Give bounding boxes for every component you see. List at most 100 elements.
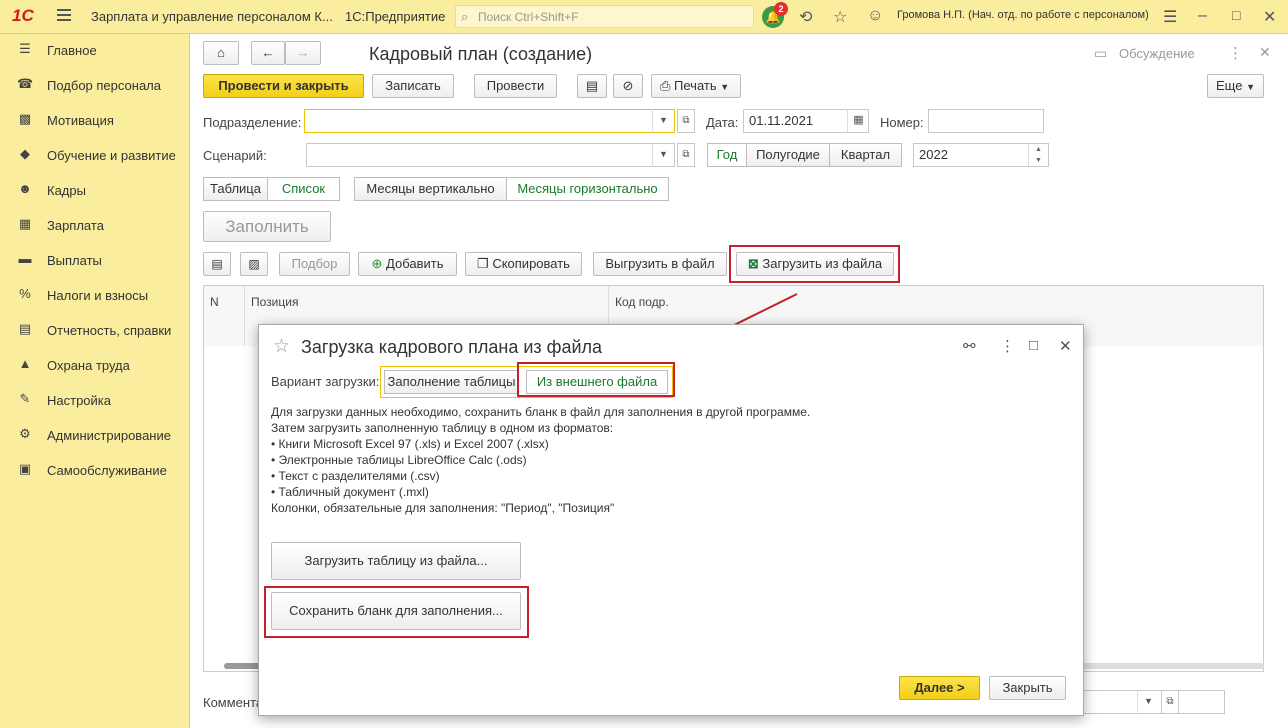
close-button[interactable]: Закрыть xyxy=(989,676,1066,700)
open-icon[interactable]: ⧉ xyxy=(677,109,695,133)
view-table-toggle[interactable]: Таблица xyxy=(203,177,268,201)
hard-hat-icon: ▲ xyxy=(18,356,32,371)
global-search-input[interactable]: ⌕ Поиск Ctrl+Shift+F xyxy=(455,5,754,28)
discussion-link[interactable]: Обсуждение xyxy=(1119,46,1195,61)
forward-button[interactable]: → xyxy=(285,41,321,65)
chat-icon[interactable]: ▭ xyxy=(1094,45,1107,62)
sidebar-item-salary[interactable]: ▦ Зарплата xyxy=(0,211,190,239)
post-button[interactable]: Провести xyxy=(474,74,557,98)
sidebar-item-taxes[interactable]: % Налоги и взносы xyxy=(0,281,190,309)
sidebar-item-labor-safety[interactable]: ▲ Охрана труда xyxy=(0,351,190,379)
sidebar-item-label: Настройка xyxy=(47,393,111,408)
number-field[interactable] xyxy=(928,109,1044,133)
window-menu-icon[interactable]: ☰ xyxy=(1163,7,1177,27)
menu-icon[interactable] xyxy=(57,9,71,21)
print-label: Печать xyxy=(674,78,717,93)
sidebar-item-personnel[interactable]: ☻ Кадры xyxy=(0,176,190,204)
fill-button[interactable]: Заполнить xyxy=(203,211,331,242)
year-stepper-icon[interactable]: ▲ ▼ xyxy=(1028,144,1048,166)
load-table-from-file-button[interactable]: Загрузить таблицу из файла... xyxy=(271,542,521,580)
document-icon[interactable]: ▤ xyxy=(577,74,607,98)
sidebar-item-self-service[interactable]: ▣ Самообслуживание xyxy=(0,456,190,484)
sidebar-item-motivation[interactable]: ▩ Мотивация xyxy=(0,106,190,134)
sidebar-item-training[interactable]: ◆ Обучение и развитие xyxy=(0,141,190,169)
sheet-icon[interactable]: ▤ xyxy=(203,252,231,276)
sidebar-item-label: Обучение и развитие xyxy=(47,148,176,163)
load-variant-label: Вариант загрузки: xyxy=(271,374,380,389)
save-button[interactable]: Записать xyxy=(372,74,454,98)
app-title: Зарплата и управление персоналом К... xyxy=(91,9,333,24)
sidebar-item-administration[interactable]: ⚙ Администрирование xyxy=(0,421,190,449)
reports-icon: ▤ xyxy=(18,321,32,336)
user-icon[interactable]: ☺ xyxy=(867,7,883,25)
more-vertical-icon[interactable]: ⋮ xyxy=(1228,44,1243,62)
calendar-icon[interactable]: ▦ xyxy=(847,109,869,133)
app-logo[interactable]: 1С xyxy=(12,6,34,26)
export-to-file-button[interactable]: Выгрузить в файл xyxy=(593,252,727,276)
info-line: Колонки, обязательные для заполнения: "П… xyxy=(271,501,615,515)
sidebar-item-main[interactable]: ☰ Главное xyxy=(0,36,190,64)
search-icon: ⌕ xyxy=(461,9,469,24)
months-horizontal-toggle[interactable]: Месяцы горизонтально xyxy=(506,177,669,201)
sidebar-item-label: Выплаты xyxy=(47,253,102,268)
close-window-icon[interactable]: ✕ xyxy=(1263,7,1276,27)
open-icon[interactable]: ⧉ xyxy=(677,143,695,167)
variant-table-fill-toggle[interactable]: Заполнение таблицы xyxy=(384,370,519,394)
save-blank-button[interactable]: Сохранить бланк для заполнения... xyxy=(271,592,521,630)
history-icon[interactable]: ⟲ xyxy=(799,7,812,27)
sidebar-item-reports[interactable]: ▤ Отчетность, справки xyxy=(0,316,190,344)
open-icon[interactable]: ⧉ xyxy=(1161,690,1179,714)
attachment-icon[interactable]: ⊘ xyxy=(613,74,643,98)
close-form-icon[interactable]: ✕ xyxy=(1259,44,1271,61)
favorites-star-icon[interactable]: ☆ xyxy=(833,7,847,27)
sidebar-item-recruitment[interactable]: ☎ Подбор персонала xyxy=(0,71,190,99)
sidebar-item-label: Кадры xyxy=(47,183,86,198)
variant-external-file-toggle[interactable]: Из внешнего файла xyxy=(526,370,668,394)
number-label: Номер: xyxy=(880,115,924,130)
home-button[interactable]: ⌂ xyxy=(203,41,239,65)
close-dialog-icon[interactable]: ✕ xyxy=(1059,337,1072,355)
department-field[interactable] xyxy=(304,109,675,133)
info-line: Для загрузки данных необходимо, сохранит… xyxy=(271,405,811,419)
link-icon[interactable]: ⚯ xyxy=(963,337,976,355)
dialog-info-text: Для загрузки данных необходимо, сохранит… xyxy=(271,404,810,516)
period-quarter-toggle[interactable]: Квартал xyxy=(829,143,902,167)
pick-button[interactable]: Подбор xyxy=(279,252,350,276)
gear-icon: ⚙ xyxy=(19,426,31,441)
period-half-year-toggle[interactable]: Полугодие xyxy=(746,143,830,167)
maximize-icon[interactable]: □ xyxy=(1029,337,1038,354)
scenario-field[interactable] xyxy=(306,143,675,167)
months-vertical-toggle[interactable]: Месяцы вертикально xyxy=(354,177,507,201)
chevron-down-icon[interactable]: ▼ xyxy=(1137,690,1159,714)
copy-button[interactable]: ❐ Скопировать xyxy=(465,252,582,276)
chevron-down-icon[interactable]: ▼ xyxy=(652,143,674,167)
more-label: Еще xyxy=(1216,78,1243,93)
column-header-n[interactable]: N xyxy=(204,286,245,346)
minimize-icon[interactable]: – xyxy=(1198,7,1207,25)
import-from-file-button[interactable]: ⊠ Загрузить из файла xyxy=(736,252,894,276)
favorite-star-icon[interactable]: ☆ xyxy=(273,335,290,358)
info-line: • Текст с разделителями (.csv) xyxy=(271,469,440,483)
payments-icon: ▬ xyxy=(18,251,32,266)
period-year-toggle[interactable]: Год xyxy=(707,143,747,167)
print-button[interactable]: ⎙ Печать ▼ xyxy=(651,74,741,98)
more-button[interactable]: Еще ▼ xyxy=(1207,74,1264,98)
info-line: • Электронные таблицы LibreOffice Calc (… xyxy=(271,453,527,467)
percent-icon: % xyxy=(19,286,31,301)
post-and-close-button[interactable]: Провести и закрыть xyxy=(203,74,364,98)
sidebar-item-settings[interactable]: ✎ Настройка xyxy=(0,386,190,414)
printer-icon: ⎙ xyxy=(660,78,671,93)
department-label: Подразделение: xyxy=(203,115,302,130)
info-line: • Табличный документ (.mxl) xyxy=(271,485,429,499)
add-button[interactable]: ⊕ Добавить xyxy=(358,252,457,276)
picture-icon[interactable]: ▨ xyxy=(240,252,268,276)
current-user[interactable]: Громова Н.П. (Нач. отд. по работе с перс… xyxy=(897,9,1149,21)
back-button[interactable]: ← xyxy=(251,41,285,65)
view-list-toggle[interactable]: Список xyxy=(267,177,340,201)
maximize-icon[interactable]: □ xyxy=(1232,7,1240,23)
chevron-down-icon[interactable]: ▼ xyxy=(652,109,674,133)
next-button[interactable]: Далее > xyxy=(899,676,980,700)
more-vertical-icon[interactable]: ⋮ xyxy=(1000,337,1015,355)
add-label: Добавить xyxy=(386,256,444,271)
sidebar-item-payments[interactable]: ▬ Выплаты xyxy=(0,246,190,274)
